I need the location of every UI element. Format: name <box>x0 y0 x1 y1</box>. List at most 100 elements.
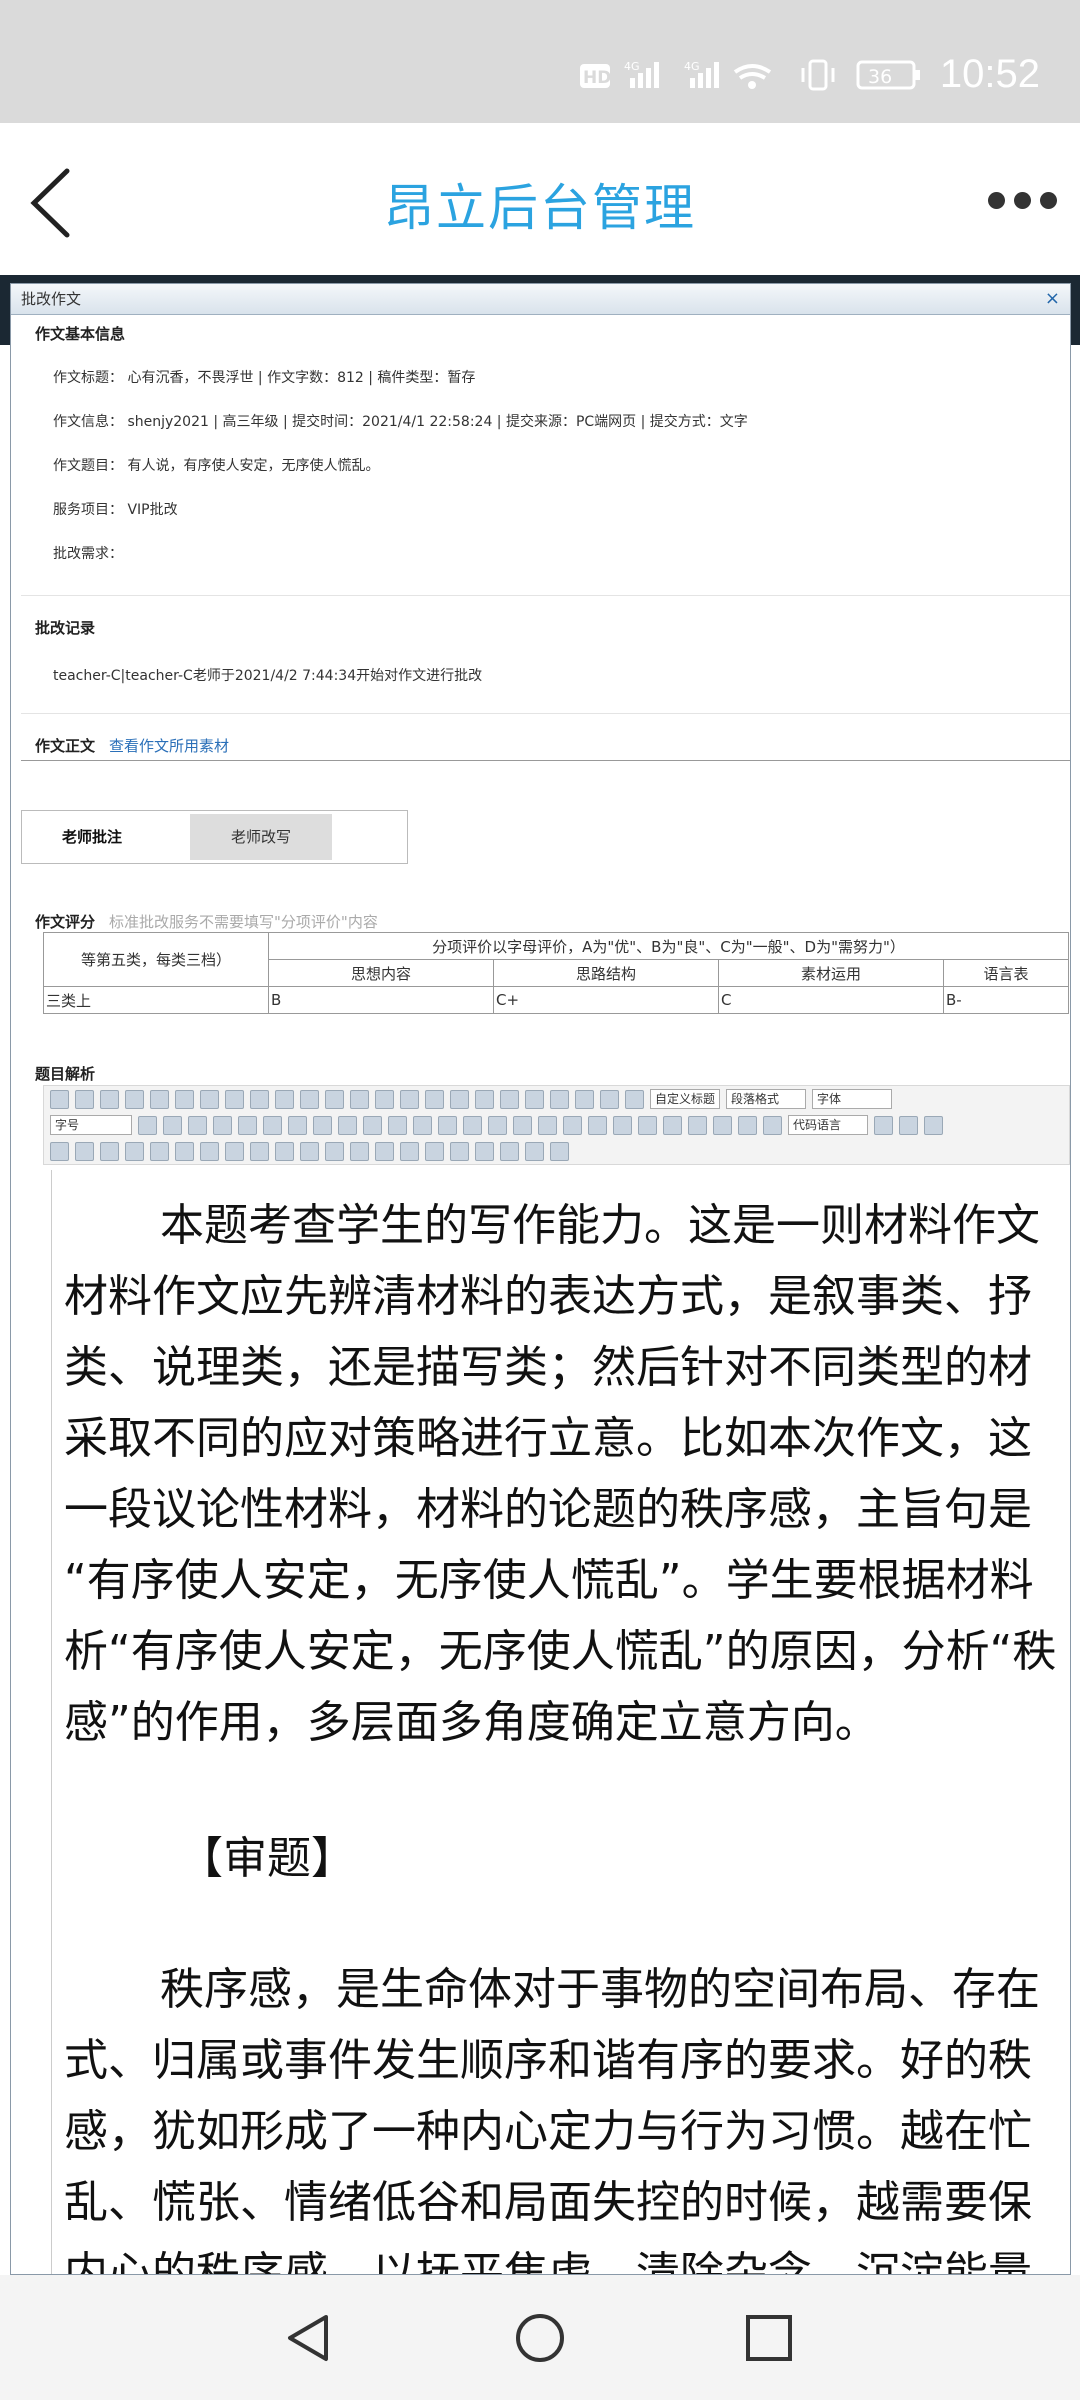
underline-icon[interactable] <box>175 1089 194 1109</box>
scrawl-icon[interactable] <box>613 1115 632 1135</box>
italic-icon[interactable] <box>150 1089 169 1109</box>
google-map-icon[interactable] <box>738 1115 757 1135</box>
clear-doc-icon[interactable] <box>550 1089 569 1109</box>
material-value[interactable]: C <box>718 986 944 1014</box>
paragraph-line: 秩序感，是生命体对于事物的空间布局、存在 <box>160 1964 1040 2015</box>
split-cols-icon[interactable] <box>425 1141 444 1161</box>
language-value[interactable]: B- <box>943 986 1069 1014</box>
code-language-select[interactable]: 代码语言 <box>788 1115 868 1135</box>
split-cells-icon[interactable] <box>375 1141 394 1161</box>
structure-value[interactable]: C+ <box>493 986 719 1014</box>
essay-content-border <box>21 760 1070 761</box>
nav-recents-icon[interactable] <box>742 2311 796 2365</box>
paragraph-select[interactable]: 段落格式 <box>726 1089 806 1109</box>
merge-down-icon[interactable] <box>350 1141 369 1161</box>
justify-icon[interactable] <box>288 1115 307 1135</box>
analysis-editor[interactable]: 本题考查学生的写作能力。这是一则材料作文 材料作文应先辨清材料的表达方式，是叙事… <box>51 1170 1070 2274</box>
print-icon[interactable] <box>450 1141 469 1161</box>
merge-cells-icon[interactable] <box>300 1141 319 1161</box>
emotion-icon[interactable] <box>588 1115 607 1135</box>
insert-paragraph-icon[interactable] <box>175 1141 194 1161</box>
attachment-icon[interactable] <box>688 1115 707 1135</box>
strikethrough-icon[interactable] <box>225 1089 244 1109</box>
app-bar: 昂立后台管理 <box>0 123 1080 275</box>
tab-teacher-annotation[interactable]: 老师批注 <box>22 814 162 860</box>
insert-row-icon[interactable] <box>200 1141 219 1161</box>
bold-icon[interactable] <box>125 1089 144 1109</box>
nav-home-icon[interactable] <box>513 2311 567 2365</box>
align-center-icon[interactable] <box>238 1115 257 1135</box>
svg-text:HD: HD <box>583 68 611 88</box>
superscript-icon[interactable] <box>250 1089 269 1109</box>
eraser-icon[interactable] <box>300 1089 319 1109</box>
redo-icon[interactable] <box>100 1089 119 1109</box>
search-replace-icon[interactable] <box>500 1141 519 1161</box>
template-icon[interactable] <box>899 1115 918 1135</box>
music-icon[interactable] <box>663 1115 682 1135</box>
uppercase-icon[interactable] <box>313 1115 332 1135</box>
delete-col-icon[interactable] <box>275 1141 294 1161</box>
anchor-icon[interactable] <box>413 1115 432 1135</box>
special-chars-icon[interactable] <box>50 1141 69 1161</box>
image-right-icon[interactable] <box>488 1115 507 1135</box>
font-size-select[interactable]: 字号 <box>50 1115 132 1135</box>
tier-value[interactable]: 三类上 <box>43 986 269 1014</box>
close-icon[interactable]: × <box>1045 284 1060 314</box>
subscript-icon[interactable] <box>275 1089 294 1109</box>
indent-icon[interactable] <box>188 1115 207 1135</box>
insert-col-icon[interactable] <box>250 1141 269 1161</box>
select-all-icon[interactable] <box>525 1089 544 1109</box>
word-image-icon[interactable] <box>100 1141 119 1161</box>
insert-video-icon[interactable] <box>638 1115 657 1135</box>
tier-header: 等第五类，每类三档） <box>43 932 269 987</box>
blockquote-icon[interactable] <box>375 1089 394 1109</box>
page-break-icon[interactable] <box>874 1115 893 1135</box>
preview-icon[interactable] <box>475 1141 494 1161</box>
drafts-icon[interactable] <box>550 1141 569 1161</box>
rtl-icon[interactable] <box>163 1115 182 1135</box>
simple-upload-icon[interactable] <box>538 1115 557 1135</box>
background-icon[interactable] <box>924 1115 943 1135</box>
line-height-icon[interactable] <box>625 1089 644 1109</box>
lowercase-icon[interactable] <box>338 1115 357 1135</box>
image-center-icon[interactable] <box>513 1115 532 1135</box>
split-rows-icon[interactable] <box>400 1141 419 1161</box>
insert-frame-icon[interactable] <box>763 1115 782 1135</box>
help-icon[interactable] <box>525 1141 544 1161</box>
nav-back-icon[interactable] <box>282 2311 336 2365</box>
ordered-list-icon[interactable] <box>475 1089 494 1109</box>
more-dot-icon <box>1040 191 1057 209</box>
delete-table-icon[interactable] <box>150 1141 169 1161</box>
font-color-icon[interactable] <box>425 1089 444 1109</box>
insert-image-icon[interactable] <box>563 1115 582 1135</box>
insert-table-icon[interactable] <box>125 1141 144 1161</box>
paste-text-icon[interactable] <box>400 1089 419 1109</box>
auto-format-icon[interactable] <box>350 1089 369 1109</box>
tab-teacher-rewrite[interactable]: 老师改写 <box>190 814 332 860</box>
format-painter-icon[interactable] <box>325 1089 344 1109</box>
highlight-icon[interactable] <box>450 1089 469 1109</box>
more-menu-button[interactable] <box>988 185 1058 215</box>
image-none-icon[interactable] <box>438 1115 457 1135</box>
font-select[interactable]: 字体 <box>812 1089 892 1109</box>
snapscreen-icon[interactable] <box>75 1141 94 1161</box>
score-hint: 标准批改服务不需要填写"分项评价"内容 <box>109 913 378 931</box>
unlink-icon[interactable] <box>388 1115 407 1135</box>
custom-title-select[interactable]: 自定义标题 <box>650 1089 720 1109</box>
font-border-icon[interactable] <box>200 1089 219 1109</box>
undo-icon[interactable] <box>75 1089 94 1109</box>
image-left-icon[interactable] <box>463 1115 482 1135</box>
unordered-list-icon[interactable] <box>500 1089 519 1109</box>
row-spacing-bottom-icon[interactable] <box>600 1089 619 1109</box>
ltr-icon[interactable] <box>138 1115 157 1135</box>
delete-row-icon[interactable] <box>225 1141 244 1161</box>
map-icon[interactable] <box>713 1115 732 1135</box>
html-source-icon[interactable] <box>50 1089 69 1109</box>
row-spacing-top-icon[interactable] <box>575 1089 594 1109</box>
align-left-icon[interactable] <box>213 1115 232 1135</box>
merge-right-icon[interactable] <box>325 1141 344 1161</box>
content-value[interactable]: B <box>268 986 494 1014</box>
align-right-icon[interactable] <box>263 1115 282 1135</box>
link-icon[interactable] <box>363 1115 382 1135</box>
view-materials-link[interactable]: 查看作文所用素材 <box>109 737 229 755</box>
